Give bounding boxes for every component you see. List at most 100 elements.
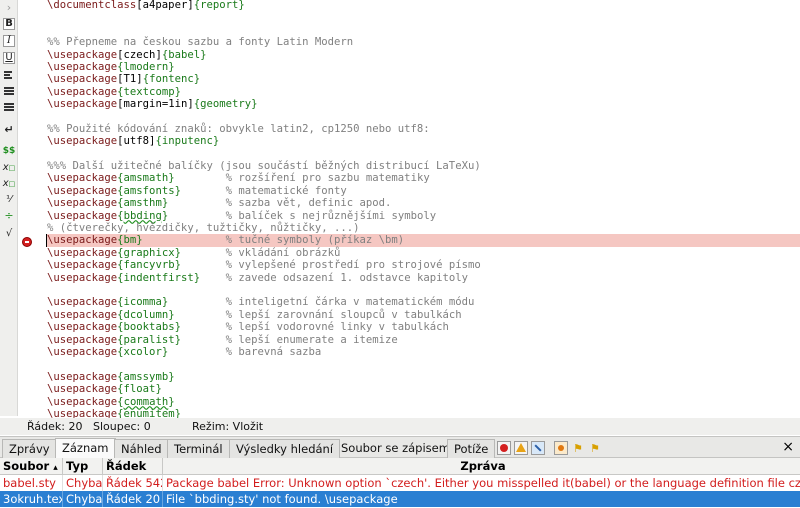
sqrt-icon[interactable]: √: [1, 226, 17, 241]
code-line[interactable]: \usepackage{indentfirst} % zavede odsaze…: [46, 272, 800, 284]
code-line[interactable]: \usepackage{bbding} % balíček s nejrůzně…: [46, 210, 800, 222]
code-line[interactable]: \usepackage{paralist} % lepší enumerate …: [46, 334, 800, 346]
code-line[interactable]: \usepackage{fancyvrb} % vylepšené prostř…: [46, 259, 800, 271]
code-line[interactable]: \usepackage[margin=1in]{geometry}: [46, 98, 800, 110]
code-editor[interactable]: \documentclass[a4paper]{report} %% Přepn…: [18, 0, 800, 418]
close-panel-button[interactable]: ×: [782, 439, 794, 455]
superscript-icon[interactable]: x □: [1, 176, 17, 191]
fraction-icon[interactable]: ⅟: [1, 192, 17, 207]
code-line-error[interactable]: \usepackage{bm} % tučné symboly (příkaz …: [46, 234, 800, 247]
code-token: % lepší zarovnání sloupců v tabulkách: [174, 308, 462, 321]
errors-filter-icon[interactable]: [497, 441, 511, 455]
code-line[interactable]: \usepackage{amsfonts} % matematické font…: [46, 185, 800, 197]
code-token: {amssymb}: [117, 370, 175, 383]
code-token: {geometry}: [193, 98, 258, 111]
code-line[interactable]: \usepackage{textcomp}: [46, 86, 800, 98]
code-line[interactable]: \usepackage{icomma} % inteligetní čárka …: [46, 296, 800, 308]
math-mode-button[interactable]: $$: [1, 143, 17, 158]
table-row[interactable]: babel.sty Chyba Řádek 542 Package babel …: [0, 475, 800, 491]
align-right-icon[interactable]: [1, 99, 17, 114]
code-token: %% Použité kódování znaků: obvykle latin…: [47, 122, 430, 135]
goto-error-icon[interactable]: [554, 441, 568, 455]
italic-button[interactable]: I: [3, 35, 15, 47]
code-token: \usepackage: [47, 135, 118, 148]
col-type-header[interactable]: Typ: [63, 458, 103, 475]
code-line[interactable]: \usepackage{amssymb}: [46, 371, 800, 383]
code-line[interactable]: % (čtverečky, hvězdičky, tužtičky, nůžti…: [46, 222, 800, 234]
tab-log[interactable]: Záznam: [55, 438, 116, 459]
code-line[interactable]: \usepackage{booktabs} % lepší vodorovné …: [46, 321, 800, 333]
code-token: {paralist}: [117, 333, 181, 346]
code-line[interactable]: [46, 148, 800, 160]
problems-button[interactable]: Potíže: [447, 439, 496, 458]
code-token: {babel}: [161, 48, 207, 61]
code-token: {amsfonts}: [117, 184, 181, 197]
underline-button[interactable]: U: [3, 52, 15, 64]
code-text[interactable]: \documentclass[a4paper]{report} %% Přepn…: [46, 0, 800, 418]
code-token: {amsmath}: [117, 172, 175, 185]
code-token: {report}: [193, 0, 245, 11]
code-token: \usepackage: [47, 98, 118, 111]
code-token: [utf8]: [117, 135, 156, 148]
code-token: \usepackage: [47, 395, 118, 408]
code-line[interactable]: \usepackage{xcolor} % barevná sazba: [46, 346, 800, 358]
code-token: {fancyvrb}: [117, 259, 181, 272]
tab-messages[interactable]: Zprávy: [2, 439, 57, 458]
code-line[interactable]: [46, 24, 800, 36]
tab-terminal[interactable]: Terminál: [167, 439, 230, 458]
code-line[interactable]: \usepackage{float}: [46, 383, 800, 395]
code-line[interactable]: \usepackage{amsmath} % rozšíření pro saz…: [46, 172, 800, 184]
code-token: %% Přepneme na českou sazbu a fonty Lati…: [47, 36, 354, 49]
log-table: Soubor ▴ Typ Řádek Zpráva babel.sty Chyb…: [0, 458, 800, 508]
code-line[interactable]: [46, 284, 800, 296]
code-token: \usepackage: [47, 370, 118, 383]
code-line[interactable]: %%% Další užitečné balíčky (jsou součást…: [46, 160, 800, 172]
code-line[interactable]: [46, 111, 800, 123]
align-left-icon[interactable]: [1, 67, 17, 82]
code-token: \usepackage: [47, 172, 118, 185]
code-line[interactable]: \usepackage{enumitem}: [46, 408, 800, 418]
code-token: {amsthm}: [117, 197, 169, 210]
warnings-filter-icon[interactable]: [514, 441, 528, 455]
code-line[interactable]: \usepackage{graphicx} % vkládání obrázků: [46, 247, 800, 259]
badbox-filter-icon[interactable]: [531, 441, 545, 455]
code-line[interactable]: \usepackage[T1]{fontenc}: [46, 73, 800, 85]
newline-icon[interactable]: ↵: [1, 122, 17, 137]
col-file-header[interactable]: Soubor ▴: [0, 458, 63, 475]
prev-error-icon[interactable]: ⚑: [573, 442, 583, 455]
col-message-header[interactable]: Zpráva: [163, 458, 800, 475]
code-token: {fontenc}: [142, 73, 201, 86]
next-error-icon[interactable]: ⚑: [590, 442, 600, 455]
code-line[interactable]: %% Použité kódování znaků: obvykle latin…: [46, 123, 800, 135]
bold-button[interactable]: B: [3, 18, 15, 30]
subscript-icon[interactable]: x □: [1, 160, 17, 175]
tab-search-results[interactable]: Výsledky hledání: [229, 439, 341, 458]
code-token: bbding: [123, 209, 162, 222]
code-line[interactable]: \documentclass[a4paper]{report}: [46, 0, 800, 11]
code-line[interactable]: \usepackage{commath}: [46, 396, 800, 408]
code-line[interactable]: %% Přepneme na českou sazbu a fonty Lati…: [46, 36, 800, 48]
error-marker-icon[interactable]: [22, 237, 32, 247]
tab-preview[interactable]: Náhled: [114, 439, 169, 458]
status-column: Sloupec: 0: [93, 420, 151, 433]
code-token: \usepackage: [47, 234, 118, 247]
code-token: {xcolor}: [117, 345, 169, 358]
code-line[interactable]: \usepackage[czech]{babel}: [46, 49, 800, 61]
code-line[interactable]: \usepackage{dcolumn} % lepší zarovnání s…: [46, 309, 800, 321]
code-token: }: [168, 395, 175, 408]
code-line[interactable]: [46, 358, 800, 370]
code-token: [margin=1in]: [117, 98, 194, 111]
code-line[interactable]: \usepackage{lmodern}: [46, 61, 800, 73]
code-line[interactable]: \usepackage[utf8]{inputenc}: [46, 135, 800, 147]
cell-file: 3okruh.tex: [0, 491, 63, 507]
cell-type: Chyba: [63, 491, 103, 507]
chevron-right-icon[interactable]: ›: [1, 0, 17, 15]
col-line-header[interactable]: Řádek: [103, 458, 163, 475]
code-token: [czech]: [117, 48, 162, 61]
dfrac-icon[interactable]: ÷: [1, 208, 17, 223]
code-line[interactable]: \usepackage{amsthm} % sazba vět, definic…: [46, 197, 800, 209]
code-line[interactable]: [46, 11, 800, 23]
code-token: \usepackage: [47, 73, 118, 86]
table-row-selected[interactable]: 3okruh.tex Chyba Řádek 20 File `bbding.s…: [0, 491, 800, 507]
align-center-icon[interactable]: [1, 83, 17, 98]
